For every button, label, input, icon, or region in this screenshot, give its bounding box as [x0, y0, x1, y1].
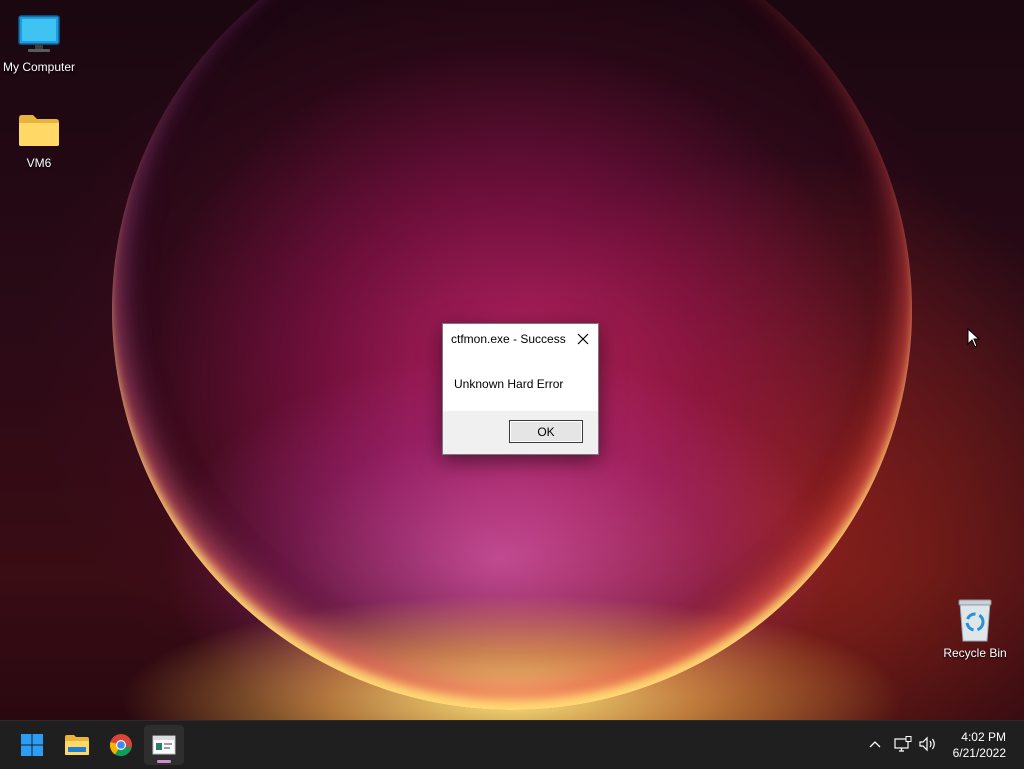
- dialog-titlebar[interactable]: ctfmon.exe - Success: [443, 324, 598, 354]
- monitor-icon: [15, 10, 63, 58]
- active-indicator: [157, 760, 171, 763]
- speaker-icon: [919, 736, 935, 752]
- close-button[interactable]: [568, 324, 598, 354]
- dialog-footer: OK: [443, 411, 598, 454]
- network-icon: [894, 736, 912, 752]
- file-explorer-button[interactable]: [57, 725, 97, 765]
- dialog-message: Unknown Hard Error: [454, 377, 564, 391]
- clock-date: 6/21/2022: [952, 746, 1006, 760]
- dialog-title: ctfmon.exe - Success: [451, 332, 566, 346]
- folder-icon: [15, 106, 63, 154]
- taskbar: 4:02 PM 6/21/2022: [0, 720, 1024, 769]
- chevron-up-icon: [869, 741, 881, 748]
- chrome-icon: [109, 734, 132, 757]
- recycle-bin-icon: [951, 596, 999, 644]
- close-icon: [577, 333, 589, 345]
- clock[interactable]: 4:02 PM 6/21/2022: [953, 729, 1006, 761]
- error-dialog: ctfmon.exe - Success Unknown Hard Error …: [442, 323, 599, 455]
- desktop-icon-vm6[interactable]: VM6: [0, 106, 79, 170]
- active-window-button[interactable]: [144, 725, 184, 765]
- network-button[interactable]: [892, 733, 914, 755]
- desktop: My Computer VM6 Recycle Bin ctfmon.exe -…: [0, 0, 1024, 720]
- desktop-icon-label: My Computer: [2, 60, 76, 74]
- windows-start-icon: [21, 734, 43, 756]
- desktop-icon-label: Recycle Bin: [943, 646, 1007, 660]
- mouse-cursor-icon: [967, 327, 981, 353]
- file-explorer-icon: [65, 735, 89, 755]
- ok-button[interactable]: OK: [509, 420, 583, 443]
- chrome-button[interactable]: [101, 725, 141, 765]
- desktop-icon-label: VM6: [26, 156, 52, 170]
- desktop-icon-my-computer[interactable]: My Computer: [0, 10, 79, 74]
- desktop-icon-recycle-bin[interactable]: Recycle Bin: [935, 596, 1015, 660]
- clock-time: 4:02 PM: [961, 730, 1006, 744]
- start-button[interactable]: [12, 725, 52, 765]
- show-hidden-icons-button[interactable]: [864, 733, 886, 755]
- volume-button[interactable]: [917, 733, 939, 755]
- app-window-icon: [152, 735, 176, 755]
